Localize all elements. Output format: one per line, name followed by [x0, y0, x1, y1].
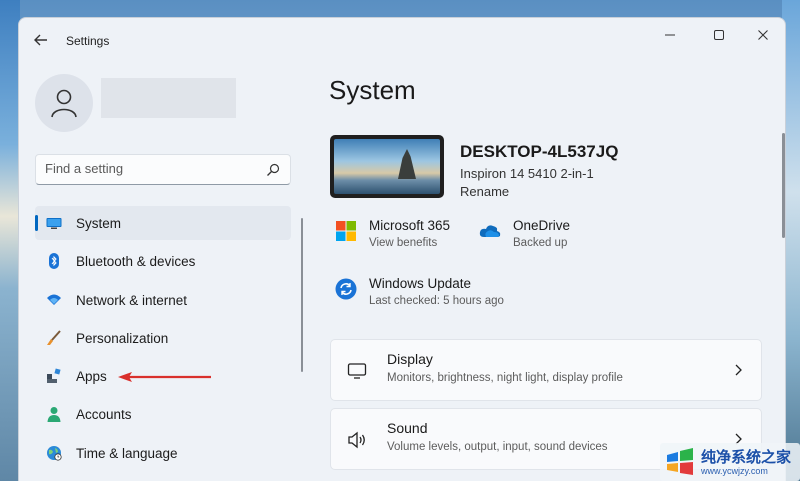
site-watermark: 纯净系统之家 www.ycwjzy.com: [660, 443, 800, 481]
status-subtitle: View benefits: [369, 237, 438, 249]
sidebar-item-personalization[interactable]: Personalization: [35, 321, 291, 355]
close-icon: [758, 30, 768, 40]
display-icon: [347, 363, 367, 379]
main-scrollbar[interactable]: [782, 133, 785, 238]
wallpaper-thumbnail-icon: [334, 139, 440, 194]
search-icon[interactable]: [266, 163, 280, 177]
status-title: Windows Update: [369, 276, 472, 291]
sidebar-item-accounts[interactable]: Accounts: [35, 397, 291, 431]
search-input[interactable]: [45, 161, 255, 176]
onedrive-cloud-icon: [479, 225, 501, 237]
display-settings-card[interactable]: Display Monitors, brightness, night ligh…: [330, 339, 762, 401]
maximize-icon: [714, 30, 724, 40]
card-title: Display: [387, 351, 433, 367]
title-bar: Settings: [19, 18, 785, 58]
sidebar-scrollbar[interactable]: [301, 218, 303, 372]
sidebar-item-label: System: [76, 216, 122, 231]
page-title: System: [329, 75, 416, 105]
sidebar-item-label: Apps: [76, 369, 107, 385]
desktop-wallpaper-left: [0, 0, 20, 481]
sidebar-item-label: Personalization: [76, 330, 169, 346]
onedrive-status[interactable]: OneDrive Backed up: [479, 218, 599, 254]
minimize-icon: [665, 34, 675, 36]
windows-update-icon: [335, 278, 357, 300]
windows-update-status[interactable]: Windows Update Last checked: 5 hours ago: [335, 276, 535, 312]
account-name-redacted: [101, 78, 236, 118]
microsoft-365-status[interactable]: Microsoft 365 View benefits: [335, 218, 475, 254]
device-name: DESKTOP-4L537JQ: [460, 142, 619, 161]
paintbrush-icon: [47, 330, 61, 345]
back-button[interactable]: [31, 30, 51, 50]
device-thumbnail: [330, 135, 444, 198]
chevron-right-icon: [735, 364, 742, 376]
watermark-logo-icon: [664, 447, 696, 477]
sidebar-item-label: Bluetooth & devices: [76, 254, 196, 270]
card-subtitle: Volume levels, output, input, sound devi…: [387, 441, 608, 453]
device-model: Inspiron 14 5410 2-in-1: [460, 166, 594, 181]
globe-clock-icon: [47, 445, 62, 461]
search-box[interactable]: [35, 154, 291, 185]
status-subtitle: Last checked: 5 hours ago: [369, 295, 504, 307]
status-subtitle: Backed up: [513, 237, 568, 249]
status-title: OneDrive: [513, 218, 571, 233]
avatar[interactable]: [35, 74, 93, 132]
sidebar-item-system[interactable]: System: [35, 206, 291, 240]
card-subtitle: Monitors, brightness, night light, displ…: [387, 372, 623, 384]
speaker-icon: [348, 431, 365, 449]
sidebar-item-network[interactable]: Network & internet: [35, 283, 291, 317]
sidebar-item-time-language[interactable]: Time & language: [35, 436, 291, 470]
sidebar-item-label: Accounts: [76, 407, 132, 423]
bluetooth-icon: [49, 253, 59, 270]
sidebar-item-bluetooth[interactable]: Bluetooth & devices: [35, 244, 291, 278]
maximize-button[interactable]: [705, 24, 733, 46]
card-title: Sound: [387, 420, 428, 436]
rename-link[interactable]: Rename: [460, 184, 509, 199]
watermark-url: www.ycwjzy.com: [701, 465, 768, 476]
sidebar-item-label: Time & language: [76, 445, 178, 461]
user-icon: [51, 89, 77, 118]
status-title: Microsoft 365: [369, 218, 451, 233]
window-title: Settings: [66, 34, 110, 48]
sidebar-nav: System Bluetooth & devices Network & int…: [35, 206, 291, 474]
apps-icon: [47, 368, 61, 384]
annotation-arrow-icon: [118, 372, 211, 382]
sidebar-item-label: Network & internet: [76, 292, 188, 308]
close-button[interactable]: [749, 24, 777, 46]
settings-window: Settings S: [18, 17, 786, 481]
back-arrow-icon: [34, 34, 47, 46]
person-icon: [47, 407, 61, 423]
monitor-icon: [46, 218, 62, 229]
microsoft-365-icon: [336, 221, 356, 241]
selection-indicator: [35, 215, 38, 231]
wifi-icon: [47, 294, 61, 305]
watermark-text: 纯净系统之家: [701, 447, 792, 466]
minimize-button[interactable]: [656, 24, 684, 46]
